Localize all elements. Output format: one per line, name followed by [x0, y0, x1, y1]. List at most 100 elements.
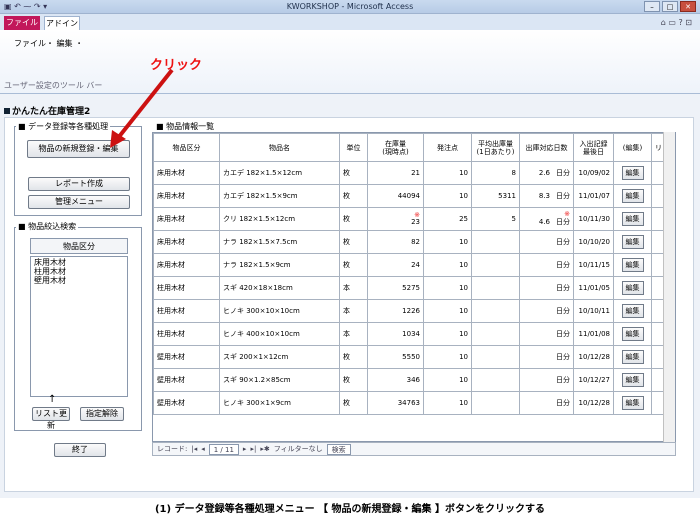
edit-button[interactable]: 編集	[621, 235, 644, 249]
reorder-point-cell: 10	[423, 184, 472, 208]
days-unit: 日分	[556, 399, 570, 407]
unit-cell: 枚	[339, 184, 368, 208]
days-unit: 日分	[556, 169, 570, 177]
ribbon-controls[interactable]: ⌂ ▭ ? ⊡	[661, 18, 692, 27]
reorder-point-cell: 10	[423, 276, 472, 300]
new-item-edit-button[interactable]: 物品の新規登録・編集	[27, 140, 130, 158]
reorder-point-cell: 10	[423, 161, 472, 185]
up-arrow-icon: ↑	[48, 394, 57, 405]
edit-cell: 編集	[613, 161, 652, 185]
custom-menu[interactable]: ファイル・ 編集 ・	[14, 38, 83, 49]
tab-file[interactable]: ファイル	[4, 16, 40, 30]
stock-cell: 21	[367, 161, 424, 185]
stock-cell: ※ 23	[367, 207, 424, 231]
last-record-icon[interactable]: ▸|	[250, 445, 256, 453]
vertical-scrollbar[interactable]	[663, 132, 675, 442]
days-unit: 日分	[556, 307, 570, 315]
edit-button[interactable]: 編集	[621, 304, 644, 318]
avg-outflow-cell	[471, 391, 520, 415]
avg-outflow-cell	[471, 368, 520, 392]
report-button[interactable]: レポート作成	[28, 177, 130, 191]
last-date-cell: 10/10/20	[573, 230, 614, 254]
list-item[interactable]: 床用木材	[34, 258, 124, 267]
refresh-list-button[interactable]: リスト更新	[32, 407, 70, 430]
edit-cell: 編集	[613, 207, 652, 231]
item-name-cell: ヒノキ 400×10×10cm	[219, 322, 340, 346]
column-header: 出庫対応日数	[519, 133, 574, 162]
edit-button[interactable]: 編集	[621, 350, 644, 364]
stock-value: 24	[411, 261, 420, 269]
list-item[interactable]: 柱用木材	[34, 267, 124, 276]
next-record-icon[interactable]: ▸	[243, 445, 247, 453]
days-cell: 2.6 日分	[519, 161, 574, 185]
reorder-point-cell: 25	[423, 207, 472, 231]
column-header: 在庫量 (現時点)	[367, 133, 424, 162]
last-date-cell: 10/11/15	[573, 253, 614, 277]
unit-cell: 本	[339, 322, 368, 346]
table-row: 床用木材 ナラ 182×1.5×9cm 枚 24 10 日分 10/11/15 編集	[153, 253, 666, 277]
form-title: かんたん在庫管理2	[4, 104, 90, 117]
search-input[interactable]: 検索	[326, 443, 351, 455]
form-title-text: かんたん在庫管理2	[12, 107, 91, 117]
record-label: レコード:	[157, 445, 188, 453]
table-row: 柱用木材 ヒノキ 400×10×10cm 本 1034 10 日分 11/01/08 編集	[153, 322, 666, 346]
days-unit: 日分	[556, 238, 570, 246]
edit-button[interactable]: 編集	[621, 396, 644, 410]
edit-button[interactable]: 編集	[621, 258, 644, 272]
stock-value: 82	[411, 238, 420, 246]
edit-button[interactable]: 編集	[621, 327, 644, 341]
days-cell: ※ 4.6 日分	[519, 207, 574, 231]
edit-button[interactable]: 編集	[621, 189, 644, 203]
new-record-icon[interactable]: ▸✱	[260, 445, 269, 453]
filter-status[interactable]: フィルターなし	[274, 444, 323, 454]
ribbon-tabs: ファイル アドイン ⌂ ▭ ? ⊡	[0, 14, 700, 30]
stock-cell: 1034	[367, 322, 424, 346]
form-icon	[4, 107, 10, 114]
record-navigator: レコード: |◂ ◂ 1 / 11 ▸ ▸| ▸✱ フィルターなし 検索	[152, 442, 676, 456]
section-filter-title: ■ 物品絞込検索	[16, 221, 79, 232]
avg-outflow-cell: 5	[471, 207, 520, 231]
exit-button[interactable]: 終了	[54, 443, 106, 457]
category-header: 物品区分	[30, 238, 128, 254]
category-cell: 床用木材	[153, 253, 220, 277]
prev-record-icon[interactable]: ◂	[201, 445, 205, 453]
column-header: 発注点	[423, 133, 472, 162]
edit-button[interactable]: 編集	[621, 212, 644, 226]
item-name-cell: ナラ 182×1.5×9cm	[219, 253, 340, 277]
avg-outflow-cell	[471, 322, 520, 346]
days-cell: 日分	[519, 368, 574, 392]
category-cell: 壁用木材	[153, 345, 220, 369]
close-icon[interactable]: ✕	[680, 1, 696, 12]
window-titlebar: ▣ ↶ ⁓ ↷ ▾ KWORKSHOP - Microsoft Access –…	[0, 0, 700, 14]
last-date-cell: 11/01/08	[573, 322, 614, 346]
stock-cell: 34763	[367, 391, 424, 415]
list-item[interactable]: 壁用木材	[34, 276, 124, 285]
stock-value: 1226	[402, 307, 420, 315]
days-value: 8.3	[538, 192, 550, 200]
edit-button[interactable]: 編集	[621, 166, 644, 180]
caption: (1) データ登録等各種処理メニュー 【 物品の新規登録・編集 】ボタンをクリッ…	[154, 504, 546, 515]
edit-button[interactable]: 編集	[621, 373, 644, 387]
last-date-cell: 10/10/11	[573, 299, 614, 323]
maximize-icon[interactable]: □	[662, 1, 678, 12]
last-date-cell: 10/12/27	[573, 368, 614, 392]
stock-cell: 5275	[367, 276, 424, 300]
minimize-icon[interactable]: –	[644, 1, 660, 12]
record-position[interactable]: 1 / 11	[208, 443, 239, 455]
stock-cell: 5550	[367, 345, 424, 369]
category-listbox[interactable]: 床用木材 柱用木材 壁用木材	[30, 256, 128, 397]
days-unit: 日分	[556, 353, 570, 361]
days-cell: 日分	[519, 345, 574, 369]
last-date-cell: 10/11/30	[573, 207, 614, 231]
reorder-point-cell: 10	[423, 322, 472, 346]
days-value: 2.6	[538, 169, 550, 177]
item-name-cell: ヒノキ 300×1×9cm	[219, 391, 340, 415]
edit-button[interactable]: 編集	[621, 281, 644, 295]
admin-menu-button[interactable]: 管理メニュー	[28, 195, 130, 209]
category-cell: 柱用木材	[153, 322, 220, 346]
days-cell: 日分	[519, 230, 574, 254]
edit-cell: 編集	[613, 299, 652, 323]
tab-addin[interactable]: アドイン	[44, 16, 80, 30]
clear-filter-button[interactable]: 指定解除	[80, 407, 124, 421]
first-record-icon[interactable]: |◂	[191, 445, 197, 453]
